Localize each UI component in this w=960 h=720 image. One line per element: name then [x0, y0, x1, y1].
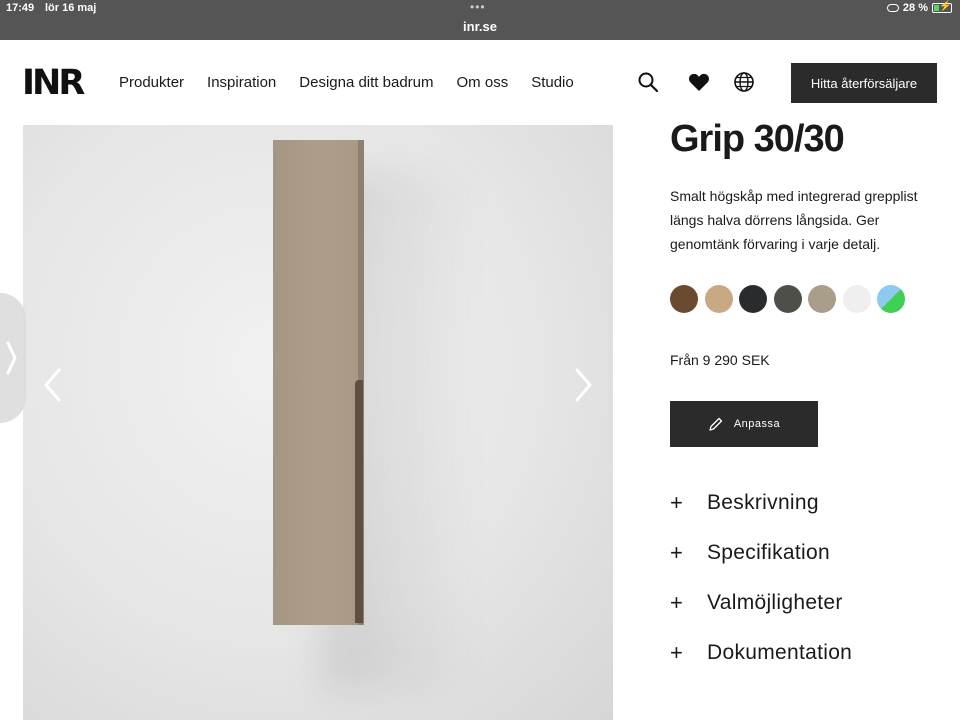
swatch-beige[interactable] [808, 285, 836, 313]
chevron-right-icon [6, 341, 17, 375]
swatch-oak[interactable] [704, 285, 733, 313]
accordion-label: Valmöjligheter [707, 591, 843, 614]
swatch-walnut[interactable] [670, 285, 698, 313]
heart-icon[interactable] [688, 71, 710, 93]
cabinet-grip [355, 380, 363, 623]
product-description: Smalt högskåp med integrerad grepplist l… [670, 188, 918, 252]
site-header: INR Produkter Inspiration Designa ditt b… [0, 40, 960, 125]
status-date: lör 16 maj [45, 2, 97, 14]
accordion-label: Beskrivning [707, 491, 819, 514]
status-time: 17:49 [6, 2, 35, 14]
accordion-label: Dokumentation [707, 641, 853, 664]
chevron-left-icon[interactable] [38, 365, 68, 405]
product-image-cabinet [273, 140, 364, 625]
search-icon[interactable] [637, 71, 659, 93]
nav-inspiration[interactable]: Inspiration [207, 74, 276, 91]
pencil-icon [709, 417, 722, 431]
plus-icon: + [670, 640, 684, 665]
battery-icon: ⚡ [932, 1, 952, 13]
chevron-right-icon[interactable] [568, 365, 598, 405]
customize-button[interactable]: Anpassa [670, 401, 818, 447]
multitask-dots-icon[interactable]: ••• [470, 0, 486, 14]
side-panel-handle[interactable] [0, 293, 26, 423]
swatch-dark-grey[interactable] [773, 285, 802, 313]
find-dealer-button[interactable]: Hitta återförsäljare [791, 63, 937, 103]
accordion-label: Specifikation [707, 541, 830, 564]
customize-label: Anpassa [733, 418, 781, 430]
plus-icon: + [670, 490, 684, 515]
product-title: Grip 30/30 [670, 118, 845, 160]
color-swatches [670, 285, 912, 313]
plus-icon: + [670, 540, 684, 565]
status-bar: 17:49 lör 16 maj ••• inr.se 28 % ⚡ [0, 0, 960, 40]
plus-icon: + [670, 590, 684, 615]
accordion-specifikation[interactable]: + Specifikation [670, 528, 852, 578]
nav-produkter[interactable]: Produkter [119, 74, 184, 91]
link-icon [886, 4, 899, 12]
nav-om-oss[interactable]: Om oss [457, 74, 509, 91]
inr-logo[interactable]: INR [22, 63, 85, 103]
globe-icon[interactable] [733, 71, 755, 93]
swatch-custom-color[interactable] [877, 285, 905, 313]
status-right: 28 % ⚡ [886, 1, 952, 14]
swatch-white[interactable] [842, 285, 871, 313]
main-nav: Produkter Inspiration Designa ditt badru… [119, 74, 597, 91]
accordion-dokumentation[interactable]: + Dokumentation [670, 628, 852, 678]
battery-percent: 28 % [902, 2, 928, 14]
product-accordion: + Beskrivning + Specifikation + Valmöjli… [670, 478, 852, 678]
nav-studio[interactable]: Studio [531, 74, 574, 91]
swatch-black[interactable] [739, 285, 767, 313]
product-price: Från 9 290 SEK [670, 352, 770, 368]
product-image-gallery [23, 125, 613, 720]
accordion-beskrivning[interactable]: + Beskrivning [670, 478, 852, 528]
address-bar-url[interactable]: inr.se [0, 19, 960, 34]
accordion-valmojligheter[interactable]: + Valmöjligheter [670, 578, 852, 628]
nav-designa-ditt-badrum[interactable]: Designa ditt badrum [299, 74, 433, 91]
